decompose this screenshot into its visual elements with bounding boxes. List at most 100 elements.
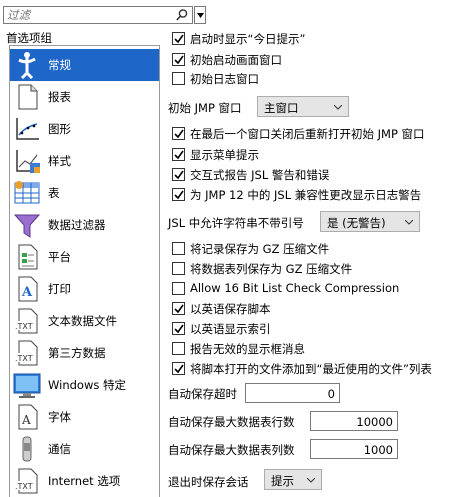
svg-text:.TXT: .TXT (15, 322, 33, 331)
communication-icon (13, 435, 41, 463)
sidebar-item-label: 平台 (48, 250, 71, 264)
sidebar-item-third-party-data[interactable]: .TXT 第三方数据 (10, 337, 159, 369)
show-index-english-label: 以英语显示索引 (190, 322, 271, 336)
sidebar-item-style[interactable]: 样式 (10, 145, 159, 177)
show-tip-label: 启动时显示“今日提示” (190, 32, 306, 46)
search-icon[interactable] (175, 8, 189, 22)
jmp12-compat-label: 为 JMP 12 中的 JSL 兼容性更改显示日志警告 (190, 188, 422, 202)
platform-icon (13, 243, 41, 271)
chevron-down-icon (334, 105, 342, 110)
internet-options-icon: .TXT (13, 467, 41, 495)
reopen-initial-label: 在最后一个窗口关闭后重新打开初始 JMP 窗口 (190, 127, 425, 141)
sidebar-item-graph[interactable]: 图形 (10, 113, 159, 145)
filter-search-box[interactable] (3, 6, 193, 24)
filter-dropdown-button[interactable] (194, 6, 206, 24)
gz-log-label: 将记录保存为 GZ 压缩文件 (190, 242, 330, 256)
report-invalid-box-checkbox[interactable] (172, 342, 185, 355)
sidebar-item-label: Internet 选项 (48, 474, 121, 488)
initial-log-checkbox[interactable] (172, 72, 185, 85)
initial-log-label: 初始日志窗口 (190, 72, 259, 86)
save-script-english-label: 以英语保存脚本 (190, 302, 271, 316)
sidebar-item-communication[interactable]: 通信 (10, 433, 159, 465)
chevron-down-icon (405, 220, 413, 225)
gz-table-checkbox[interactable] (172, 262, 185, 275)
sidebar-item-data-filter[interactable]: 数据过滤器 (10, 209, 159, 241)
sidebar-item-label: 第三方数据 (48, 346, 106, 360)
initial-splash-label: 初始启动画面窗口 (190, 53, 282, 67)
recent-files-label: 将脚本打开的文件添加到“最近使用的文件”列表 (190, 362, 432, 376)
sidebar-item-label: Windows 特定 (48, 378, 126, 392)
autosave-timeout-label: 自动保存超时 (168, 387, 237, 401)
chevron-down-icon (307, 478, 315, 483)
bit16-checkbox[interactable] (172, 282, 185, 295)
chevron-down-icon (197, 13, 204, 18)
sidebar-item-print[interactable]: A 打印 (10, 273, 159, 305)
sidebar-item-platform[interactable]: 平台 (10, 241, 159, 273)
data-filter-icon (13, 211, 41, 239)
initial-splash-checkbox[interactable] (172, 53, 185, 66)
initial-jmp-window-value: 主窗口 (264, 101, 299, 115)
show-menu-tips-label: 显示菜单提示 (190, 148, 259, 162)
bit16-label: Allow 16 Bit List Check Compression (190, 281, 400, 295)
exit-save-session-select[interactable]: 提示 (264, 469, 322, 490)
sidebar-item-label: 样式 (48, 154, 71, 168)
sidebar-item-general[interactable]: 常规 (10, 49, 159, 81)
sidebar-item-label: 通信 (48, 442, 71, 456)
preference-group-label: 首选项组 (6, 31, 52, 45)
svg-text:.TXT: .TXT (15, 482, 33, 491)
sidebar-item-label: 文本数据文件 (48, 314, 117, 328)
interactive-jsl-checkbox[interactable] (172, 168, 185, 181)
initial-jmp-window-select[interactable]: 主窗口 (257, 96, 349, 117)
sidebar-item-internet-options[interactable]: .TXT Internet 选项 (10, 465, 159, 497)
sidebar-item-label: 常规 (48, 58, 71, 72)
show-tip-checkbox[interactable] (172, 32, 185, 45)
sidebar-item-windows-specific[interactable]: Windows 特定 (10, 369, 159, 401)
reopen-initial-checkbox[interactable] (172, 127, 185, 140)
sidebar-item-text-data-file[interactable]: .TXT 文本数据文件 (10, 305, 159, 337)
save-script-english-checkbox[interactable] (172, 302, 185, 315)
report-invalid-box-label: 报告无效的显示框消息 (190, 342, 305, 356)
autosave-max-rows-field[interactable]: 10000 (310, 411, 398, 431)
sidebar-item-label: 打印 (48, 282, 71, 296)
jsl-unquoted-select[interactable]: 是 (无警告) (320, 211, 420, 232)
graph-icon (13, 115, 41, 143)
sidebar-item-label: 字体 (48, 410, 71, 424)
interactive-jsl-label: 交互式报告 JSL 警告和错误 (190, 168, 330, 182)
general-icon (13, 51, 41, 80)
sidebar-item-table[interactable]: 表 (10, 177, 159, 209)
autosave-max-rows-label: 自动保存最大数据表行数 (168, 415, 295, 429)
print-icon: A (13, 275, 41, 303)
sidebar-item-label: 报表 (48, 90, 71, 104)
font-icon: A (13, 403, 41, 431)
gz-table-label: 将数据表列保存为 GZ 压缩文件 (190, 262, 353, 276)
initial-jmp-window-label: 初始 JMP 窗口 (168, 101, 242, 115)
gz-log-checkbox[interactable] (172, 242, 185, 255)
sidebar-item-report[interactable]: 报表 (10, 81, 159, 113)
svg-text:.TXT: .TXT (15, 354, 33, 363)
autosave-max-cols-label: 自动保存最大数据表列数 (168, 443, 295, 457)
recent-files-checkbox[interactable] (172, 362, 185, 375)
jsl-unquoted-value: 是 (无警告) (327, 216, 386, 230)
sidebar-item-label: 表 (48, 186, 60, 200)
show-menu-tips-checkbox[interactable] (172, 148, 185, 161)
report-icon (13, 83, 41, 111)
windows-icon (13, 371, 41, 399)
exit-save-session-label: 退出时保存会话 (168, 475, 249, 489)
text-data-file-icon: .TXT (13, 307, 41, 335)
sidebar-item-label: 图形 (48, 122, 71, 136)
svg-text:A: A (21, 285, 33, 300)
sidebar-item-label: 数据过滤器 (48, 218, 106, 232)
jmp12-compat-checkbox[interactable] (172, 188, 185, 201)
exit-save-session-value: 提示 (271, 474, 294, 488)
third-party-data-icon: .TXT (13, 339, 41, 367)
filter-input[interactable] (7, 7, 167, 23)
autosave-timeout-field[interactable]: 0 (245, 383, 340, 403)
preference-group-list[interactable]: 常规 报表 图形 样式 表 数据过滤器 平台 A 打印 .TXT 文本数据文件 … (9, 45, 160, 497)
sidebar-item-font[interactable]: A 字体 (10, 401, 159, 433)
show-index-english-checkbox[interactable] (172, 322, 185, 335)
table-icon (13, 179, 41, 207)
svg-text:A: A (21, 413, 31, 427)
autosave-max-cols-field[interactable]: 1000 (310, 439, 398, 459)
jsl-unquoted-label: JSL 中允许字符串不带引号 (168, 216, 304, 230)
style-icon (13, 147, 41, 175)
